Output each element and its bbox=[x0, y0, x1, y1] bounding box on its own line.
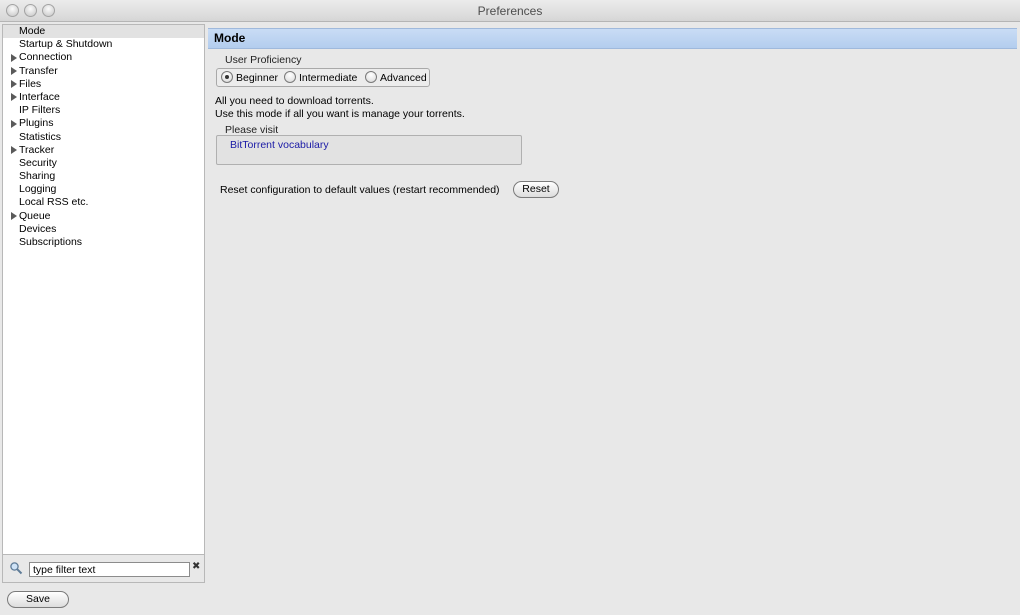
sidebar-item-tracker[interactable]: Tracker bbox=[3, 144, 204, 157]
disclosure-triangle-icon[interactable] bbox=[11, 119, 17, 128]
radio-advanced[interactable]: Advanced bbox=[365, 71, 427, 85]
sidebar-item-plugins[interactable]: Plugins bbox=[3, 117, 204, 130]
sidebar-item-subscriptions[interactable]: Subscriptions bbox=[3, 236, 204, 249]
sidebar-item-statistics[interactable]: Statistics bbox=[3, 131, 204, 144]
sidebar-item-devices[interactable]: Devices bbox=[3, 223, 204, 236]
sidebar-item-label: Plugins bbox=[19, 117, 54, 130]
clear-filter-icon[interactable]: ✖ bbox=[192, 560, 200, 574]
radio-beginner[interactable]: Beginner bbox=[221, 71, 278, 85]
sidebar-item-label: Logging bbox=[19, 183, 57, 196]
sidebar-item-transfer[interactable]: Transfer bbox=[3, 65, 204, 78]
sidebar-item-mode[interactable]: Mode bbox=[3, 25, 204, 39]
radio-label: Advanced bbox=[380, 72, 427, 84]
radio-label: Beginner bbox=[236, 72, 279, 84]
sidebar-item-queue[interactable]: Queue bbox=[3, 210, 204, 223]
sidebar-item-label: Tracker bbox=[19, 143, 55, 156]
sidebar-item-connection[interactable]: Connection bbox=[3, 51, 204, 64]
radio-intermediate[interactable]: Intermediate bbox=[284, 71, 357, 85]
window-title: Preferences bbox=[477, 4, 543, 18]
sidebar-item-label: Sharing bbox=[19, 170, 56, 183]
disclosure-triangle-icon[interactable] bbox=[11, 93, 17, 102]
radio-label: Intermediate bbox=[299, 72, 358, 84]
disclosure-triangle-icon[interactable] bbox=[11, 80, 17, 89]
sidebar-item-label: Connection bbox=[19, 51, 73, 64]
sidebar-item-label: Queue bbox=[19, 209, 51, 222]
disclosure-triangle-icon[interactable] bbox=[11, 146, 17, 155]
sidebar-item-interface[interactable]: Interface bbox=[3, 91, 204, 104]
reset-button[interactable]: Reset bbox=[513, 181, 559, 198]
user-proficiency-group: Beginner Intermediate Advanced bbox=[216, 68, 430, 87]
mode-description-line1: All you need to download torrents. bbox=[215, 95, 374, 107]
disclosure-triangle-icon[interactable] bbox=[11, 67, 17, 76]
disclosure-triangle-icon[interactable] bbox=[11, 53, 17, 62]
sidebar-item-files[interactable]: Files bbox=[3, 78, 204, 91]
sidebar-item-security[interactable]: Security bbox=[3, 157, 204, 170]
radio-circle bbox=[284, 71, 296, 84]
search-icon bbox=[9, 561, 23, 575]
bittorrent-vocabulary-link[interactable]: BitTorrent vocabulary bbox=[230, 139, 329, 151]
save-button[interactable]: Save bbox=[7, 591, 69, 608]
sidebar-item-startup-shutdown[interactable]: Startup & Shutdown bbox=[3, 38, 204, 51]
sidebar-item-label: Startup & Shutdown bbox=[19, 38, 113, 51]
sidebar-item-local-rss-etc[interactable]: Local RSS etc. bbox=[3, 196, 204, 209]
section-title: Mode bbox=[208, 28, 1017, 49]
mode-panel: Mode User Proficiency Beginner Intermedi… bbox=[207, 24, 1020, 615]
reset-description: Reset configuration to default values (r… bbox=[220, 184, 500, 196]
title-bar: Preferences bbox=[0, 0, 1020, 22]
sidebar-item-label: Statistics bbox=[19, 130, 62, 143]
sidebar-item-sharing[interactable]: Sharing bbox=[3, 170, 204, 183]
preferences-tree[interactable]: Mode Startup & Shutdown Connection Transfer… bbox=[2, 24, 205, 555]
sidebar-item-logging[interactable]: Logging bbox=[3, 183, 204, 196]
sidebar-item-label: Transfer bbox=[19, 64, 58, 77]
radio-circle bbox=[221, 71, 233, 84]
sidebar-item-label: Local RSS etc. bbox=[19, 196, 89, 209]
sidebar-item-label: Interface bbox=[19, 90, 60, 103]
sidebar-item-label: Subscriptions bbox=[19, 236, 83, 248]
sidebar-item-label: Mode bbox=[19, 25, 46, 37]
sidebar-item-label: Devices bbox=[19, 222, 57, 235]
sidebar-item-label: Security bbox=[19, 156, 57, 169]
filter-input[interactable] bbox=[29, 562, 190, 577]
sidebar-item-label: IP Filters bbox=[19, 104, 61, 117]
sidebar-item-ip-filters[interactable]: IP Filters bbox=[3, 104, 204, 117]
mode-description-line2: Use this mode if all you want is manage … bbox=[215, 108, 465, 120]
filter-bar: ✖ bbox=[2, 555, 205, 583]
visit-box: BitTorrent vocabulary bbox=[216, 135, 522, 165]
sidebar-item-label: Files bbox=[19, 77, 42, 90]
user-proficiency-label: User Proficiency bbox=[225, 54, 302, 66]
disclosure-triangle-icon[interactable] bbox=[11, 212, 17, 221]
radio-circle bbox=[365, 71, 377, 84]
